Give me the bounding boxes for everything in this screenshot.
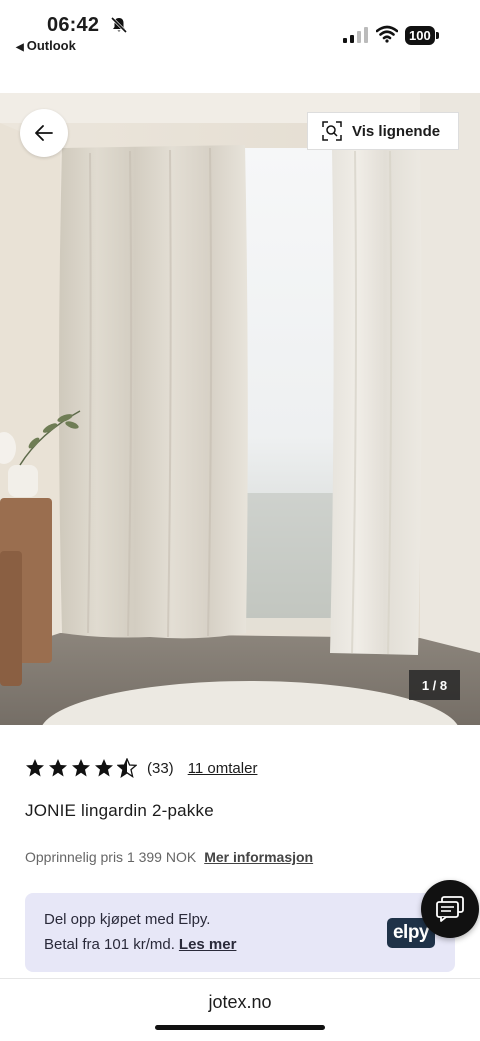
star-half-icon xyxy=(117,758,137,778)
battery-icon: 100 xyxy=(405,25,439,45)
battery-cap xyxy=(435,31,439,39)
home-indicator[interactable] xyxy=(155,1025,325,1030)
star-rating xyxy=(25,758,137,778)
star-icon xyxy=(26,759,44,777)
arrow-left-icon xyxy=(35,125,53,141)
wifi-icon xyxy=(376,25,398,43)
product-photo xyxy=(0,93,480,725)
signal-icon xyxy=(343,27,368,43)
elpy-text-line2: Betal fra 101 kr/md. Les mer xyxy=(44,936,236,953)
elpy-payment-banner: Del opp kjøpet med Elpy. Betal fra 101 k… xyxy=(25,893,455,972)
elpy-read-more-link[interactable]: Les mer xyxy=(179,936,237,953)
browser-url-bar[interactable]: jotex.no xyxy=(0,978,480,1041)
url-text[interactable]: jotex.no xyxy=(0,992,480,1013)
bell-slash-icon xyxy=(110,16,128,34)
back-triangle-icon: ◀ xyxy=(16,42,24,53)
chat-button[interactable] xyxy=(421,880,479,938)
star-icon xyxy=(49,759,67,777)
chat-icon xyxy=(436,896,464,922)
price-row: Opprinnelig pris 1 399 NOK Mer informasj… xyxy=(25,849,313,865)
back-button[interactable] xyxy=(20,109,68,157)
status-time: 06:42 xyxy=(47,14,100,36)
show-similar-label: Vis lignende xyxy=(352,122,441,140)
product-image-gallery[interactable]: Vis lignende 1 / 8 xyxy=(0,93,480,725)
show-similar-button[interactable]: Vis lignende xyxy=(307,112,459,150)
star-icon xyxy=(72,759,90,777)
elpy-installment-text: Betal fra 101 kr/md. xyxy=(44,936,175,953)
rating-count: (33) xyxy=(147,759,174,777)
elpy-text-line1: Del opp kjøpet med Elpy. xyxy=(44,911,211,928)
battery-level: 100 xyxy=(405,25,435,45)
product-title: JONIE lingardin 2-pakke xyxy=(25,801,214,820)
visual-search-icon xyxy=(322,121,342,141)
reviews-link[interactable]: 11 omtaler xyxy=(188,760,258,777)
more-info-link[interactable]: Mer informasjon xyxy=(204,849,313,865)
star-icon xyxy=(95,759,113,777)
back-to-app-link[interactable]: ◀ Outlook xyxy=(16,38,76,53)
back-app-label: Outlook xyxy=(26,38,76,53)
original-price: Opprinnelig pris 1 399 NOK xyxy=(25,849,197,865)
image-counter: 1 / 8 xyxy=(409,670,460,700)
status-bar: 06:42 ◀ Outlook 100 xyxy=(0,0,480,60)
rating-row: (33) 11 omtaler xyxy=(25,756,257,780)
